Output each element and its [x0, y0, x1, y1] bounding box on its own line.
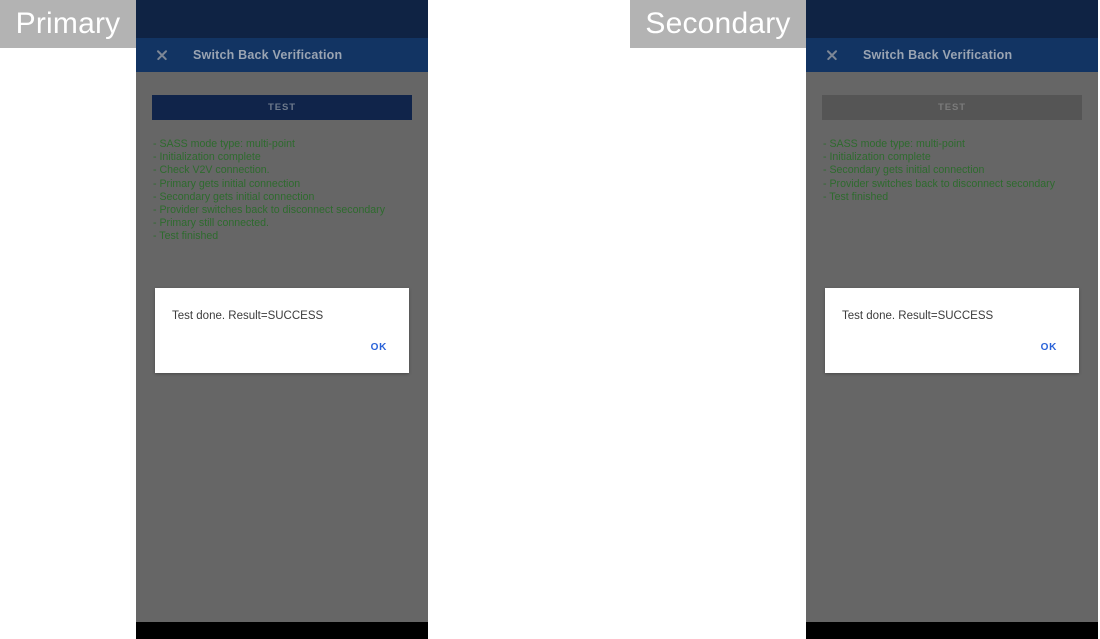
test-log: - SASS mode type: multi-point - Initiali… — [153, 138, 418, 244]
status-bar — [806, 0, 1098, 38]
close-icon[interactable] — [819, 42, 845, 68]
phone-screenshot-secondary: Switch Back Verification TEST - SASS mod… — [806, 0, 1098, 639]
log-line: - SASS mode type: multi-point — [153, 138, 295, 150]
log-line: - Primary still connected. — [153, 217, 269, 230]
app-title: Switch Back Verification — [193, 48, 343, 62]
log-line: - Initialization complete — [823, 151, 931, 164]
close-icon[interactable] — [149, 42, 175, 68]
app-title: Switch Back Verification — [863, 48, 1013, 62]
app-content-area: TEST - SASS mode type: multi-point - Ini… — [136, 72, 428, 622]
system-navigation-bar — [136, 622, 428, 639]
status-bar — [136, 0, 428, 38]
dialog-message: Test done. Result=SUCCESS — [842, 310, 994, 322]
phone-screenshot-primary: Switch Back Verification TEST - SASS mod… — [136, 0, 428, 639]
test-log: - SASS mode type: multi-point - Initiali… — [823, 138, 1088, 204]
log-line: - Provider switches back to disconnect s… — [823, 177, 1055, 190]
label-secondary: Secondary — [630, 0, 806, 48]
log-line: - Primary gets initial connection — [153, 177, 301, 190]
test-button: TEST — [822, 95, 1082, 120]
log-line: - SASS mode type: multi-point — [823, 138, 965, 150]
log-line: - Provider switches back to disconnect s… — [153, 204, 385, 217]
app-content-area: TEST - SASS mode type: multi-point - Ini… — [806, 72, 1098, 622]
result-dialog: Test done. Result=SUCCESS OK — [155, 288, 409, 373]
dialog-actions: OK — [155, 322, 409, 373]
test-button[interactable]: TEST — [152, 95, 412, 120]
app-title-bar: Switch Back Verification — [806, 38, 1098, 72]
log-line: - Test finished — [153, 230, 219, 243]
dialog-ok-button[interactable]: OK — [1035, 338, 1063, 357]
app-title-bar: Switch Back Verification — [136, 38, 428, 72]
log-line: - Check V2V connection. — [153, 164, 270, 177]
dialog-actions: OK — [825, 322, 1079, 373]
log-line: - Initialization complete — [153, 151, 261, 164]
dialog-message: Test done. Result=SUCCESS — [172, 310, 324, 322]
system-navigation-bar — [806, 622, 1098, 639]
dialog-ok-button[interactable]: OK — [365, 338, 393, 357]
log-line: - Secondary gets initial connection — [153, 190, 315, 203]
result-dialog: Test done. Result=SUCCESS OK — [825, 288, 1079, 373]
label-primary: Primary — [0, 0, 136, 48]
log-line: - Test finished — [823, 190, 889, 203]
log-line: - Secondary gets initial connection — [823, 164, 985, 177]
